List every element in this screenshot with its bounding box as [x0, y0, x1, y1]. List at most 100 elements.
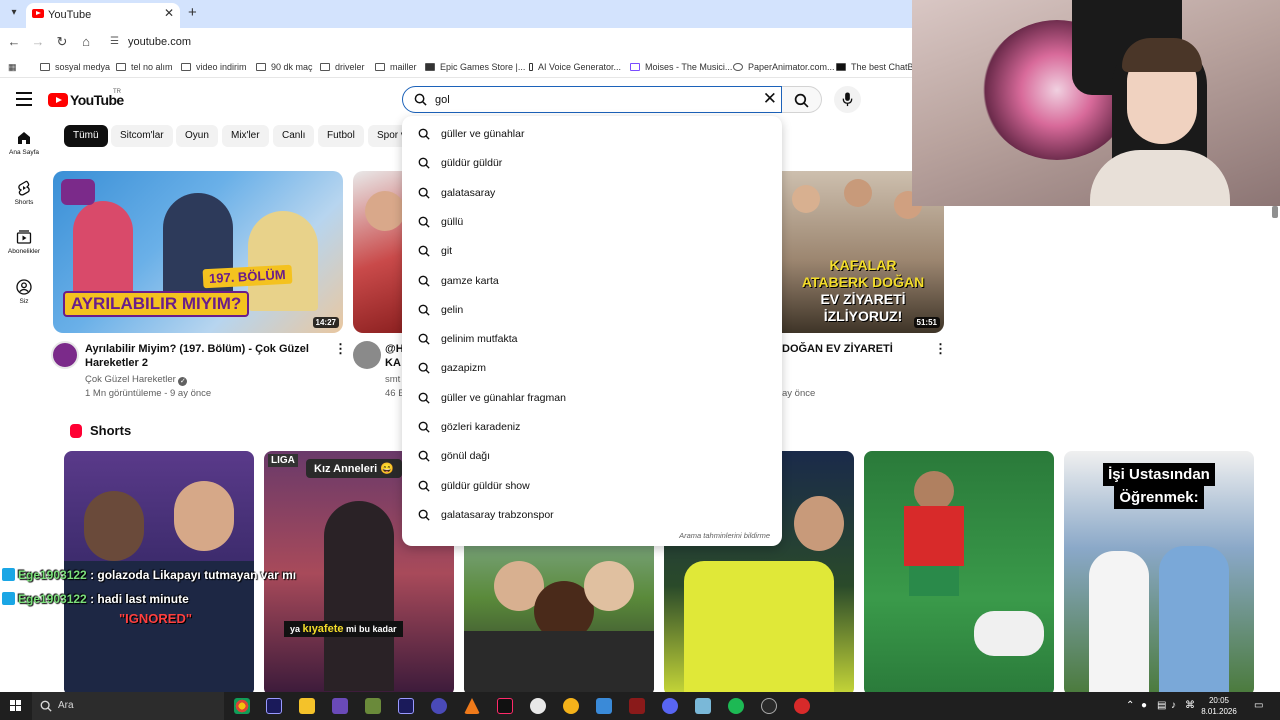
location-taskbar-icon[interactable]	[563, 698, 579, 714]
channel-avatar[interactable]	[353, 341, 381, 369]
discord-taskbar-icon[interactable]	[662, 698, 678, 714]
guide-item-shorts[interactable]: Shorts	[0, 180, 48, 220]
game-taskbar-icon[interactable]	[365, 698, 381, 714]
bookmark-item[interactable]: sosyal medya	[40, 60, 110, 74]
suggestion-item[interactable]: gazapizm	[402, 354, 782, 383]
browser-tab[interactable]: YouTube ✕	[26, 3, 180, 28]
notepad-taskbar-icon[interactable]	[695, 698, 711, 714]
bookmark-item[interactable]: video indirim	[181, 60, 247, 74]
chip-sitcoms[interactable]: Sitcom'lar	[111, 125, 173, 147]
search-icon	[414, 93, 427, 106]
bookmark-item[interactable]: driveler	[320, 60, 365, 74]
suggestion-item[interactable]: güllü	[402, 208, 782, 237]
report-predictions-link[interactable]: Arama tahminlerini bildirme	[679, 531, 770, 540]
bookmark-item[interactable]: AI Voice Generator...	[529, 60, 621, 74]
short-card[interactable]: İşi Ustasından Öğrenmek:	[1064, 451, 1254, 696]
chip-all[interactable]: Tümü	[64, 125, 108, 147]
bookmark-item[interactable]: mailler	[375, 60, 417, 74]
app-taskbar-icon[interactable]	[761, 698, 777, 714]
tab-search-icon[interactable]: ▾	[6, 5, 22, 21]
file-explorer-taskbar-icon[interactable]	[299, 698, 315, 714]
channel-avatar[interactable]	[51, 341, 79, 369]
bookmark-item[interactable]: PaperAnimator.com...	[733, 60, 835, 74]
vpn-taskbar-icon[interactable]	[332, 698, 348, 714]
guide-item-you[interactable]: Siz	[0, 279, 48, 319]
chip-mixes[interactable]: Mix'ler	[222, 125, 269, 147]
suggestion-item[interactable]: güller ve günahlar fragman	[402, 384, 782, 413]
spotify-taskbar-icon[interactable]	[728, 698, 744, 714]
app-taskbar-icon[interactable]	[629, 698, 645, 714]
suggestion-item[interactable]: güldür güldür show	[402, 472, 782, 501]
bookmark-item[interactable]: Moises - The Musici...	[630, 60, 732, 74]
bookmark-item[interactable]: The best ChatBot	[836, 60, 921, 74]
tab-close-icon[interactable]: ✕	[164, 6, 174, 20]
search-box[interactable]: ✕	[402, 86, 782, 113]
vlc-taskbar-icon[interactable]	[464, 698, 480, 714]
bookmark-item[interactable]: tel no alım	[116, 60, 173, 74]
after-effects-taskbar-icon[interactable]	[266, 698, 282, 714]
app-taskbar-icon[interactable]	[431, 698, 447, 714]
network-tray-icon[interactable]: ▤	[1157, 700, 1166, 711]
suggestion-item[interactable]: güller ve günahlar	[402, 120, 782, 149]
suggestion-item[interactable]: güldür güldür	[402, 149, 782, 178]
microphone-tray-icon[interactable]: ●	[1141, 700, 1147, 711]
folder-icon	[40, 63, 50, 71]
microphone-icon	[842, 92, 853, 107]
channel-name[interactable]: smt	[385, 373, 400, 386]
tiktok-taskbar-icon[interactable]	[497, 698, 513, 714]
suggestion-item[interactable]: gözleri karadeniz	[402, 413, 782, 442]
search-input[interactable]	[435, 91, 755, 109]
volume-tray-icon[interactable]: ♪	[1171, 700, 1176, 711]
app-taskbar-icon[interactable]	[794, 698, 810, 714]
media-encoder-taskbar-icon[interactable]	[398, 698, 414, 714]
address-bar[interactable]: ☰ youtube.com	[104, 31, 906, 54]
search-button[interactable]	[782, 86, 822, 113]
back-icon[interactable]: ←	[6, 34, 22, 50]
short-caption: ya kıyafete mi bu kadar	[284, 621, 403, 637]
site-info-icon[interactable]: ☰	[110, 36, 122, 48]
voice-search-button[interactable]	[834, 86, 861, 113]
more-actions-icon[interactable]: ⋮	[334, 342, 347, 355]
chip-football[interactable]: Futbol	[318, 125, 364, 147]
video-title[interactable]: DOĞAN EV ZİYARETİ	[782, 342, 893, 356]
channel-name[interactable]: Çok Güzel Hareketler ✓	[85, 373, 188, 386]
chip-live[interactable]: Canlı	[273, 125, 315, 147]
taskbar-search[interactable]: Ara	[32, 692, 224, 720]
youtube-logo[interactable]: YouTube	[48, 92, 124, 108]
more-actions-icon[interactable]: ⋮	[934, 342, 947, 355]
suggestion-item[interactable]: galatasaray trabzonspor	[402, 501, 782, 530]
home-icon[interactable]: ⌂	[78, 34, 94, 50]
you-icon	[16, 279, 32, 295]
forward-icon[interactable]: →	[30, 34, 46, 50]
taskbar-clock[interactable]: 20:05 8.01.2026	[1197, 695, 1241, 717]
notifications-icon[interactable]: ▭	[1254, 700, 1263, 711]
clear-search-icon[interactable]: ✕	[763, 90, 777, 108]
bookmark-item[interactable]: 90 dk maç	[256, 60, 313, 74]
guide-menu-icon[interactable]	[16, 92, 32, 106]
suggestion-item[interactable]: gamze karta	[402, 267, 782, 296]
reload-icon[interactable]: ↻	[54, 34, 70, 50]
app-taskbar-icon[interactable]	[530, 698, 546, 714]
chip-sports[interactable]: Spor v	[368, 125, 404, 147]
video-title[interactable]: @H KA	[385, 342, 404, 370]
bookmark-item[interactable]: Epic Games Store |...	[425, 60, 525, 74]
guide-item-home[interactable]: Ana Sayfa	[0, 130, 48, 170]
chip-gaming[interactable]: Oyun	[176, 125, 218, 147]
video-title[interactable]: Ayrılabilir Miyim? (197. Bölüm) - Çok Gü…	[85, 342, 315, 370]
chrome-taskbar-icon[interactable]	[234, 698, 250, 714]
suggestion-item[interactable]: gelinim mutfakta	[402, 325, 782, 354]
video-thumbnail[interactable]: 197. BÖLÜM AYRILABILIR MIYIM? 14:27	[53, 171, 343, 333]
tray-overflow-icon[interactable]: ⌃	[1126, 700, 1134, 711]
language-tray-icon[interactable]: ⌘	[1185, 700, 1195, 711]
app-taskbar-icon[interactable]	[596, 698, 612, 714]
suggestion-item[interactable]: gelin	[402, 296, 782, 325]
page-scrollbar-thumb[interactable]	[1272, 206, 1278, 218]
new-tab-icon[interactable]: +	[188, 4, 197, 21]
apps-icon[interactable]: ▦	[8, 60, 17, 74]
suggestion-item[interactable]: galatasaray	[402, 179, 782, 208]
guide-item-subscriptions[interactable]: Abonelikler	[0, 229, 48, 269]
short-card[interactable]	[864, 451, 1054, 696]
suggestion-item[interactable]: git	[402, 237, 782, 266]
windows-start-icon[interactable]	[10, 700, 22, 712]
suggestion-item[interactable]: gönül dağı	[402, 442, 782, 471]
